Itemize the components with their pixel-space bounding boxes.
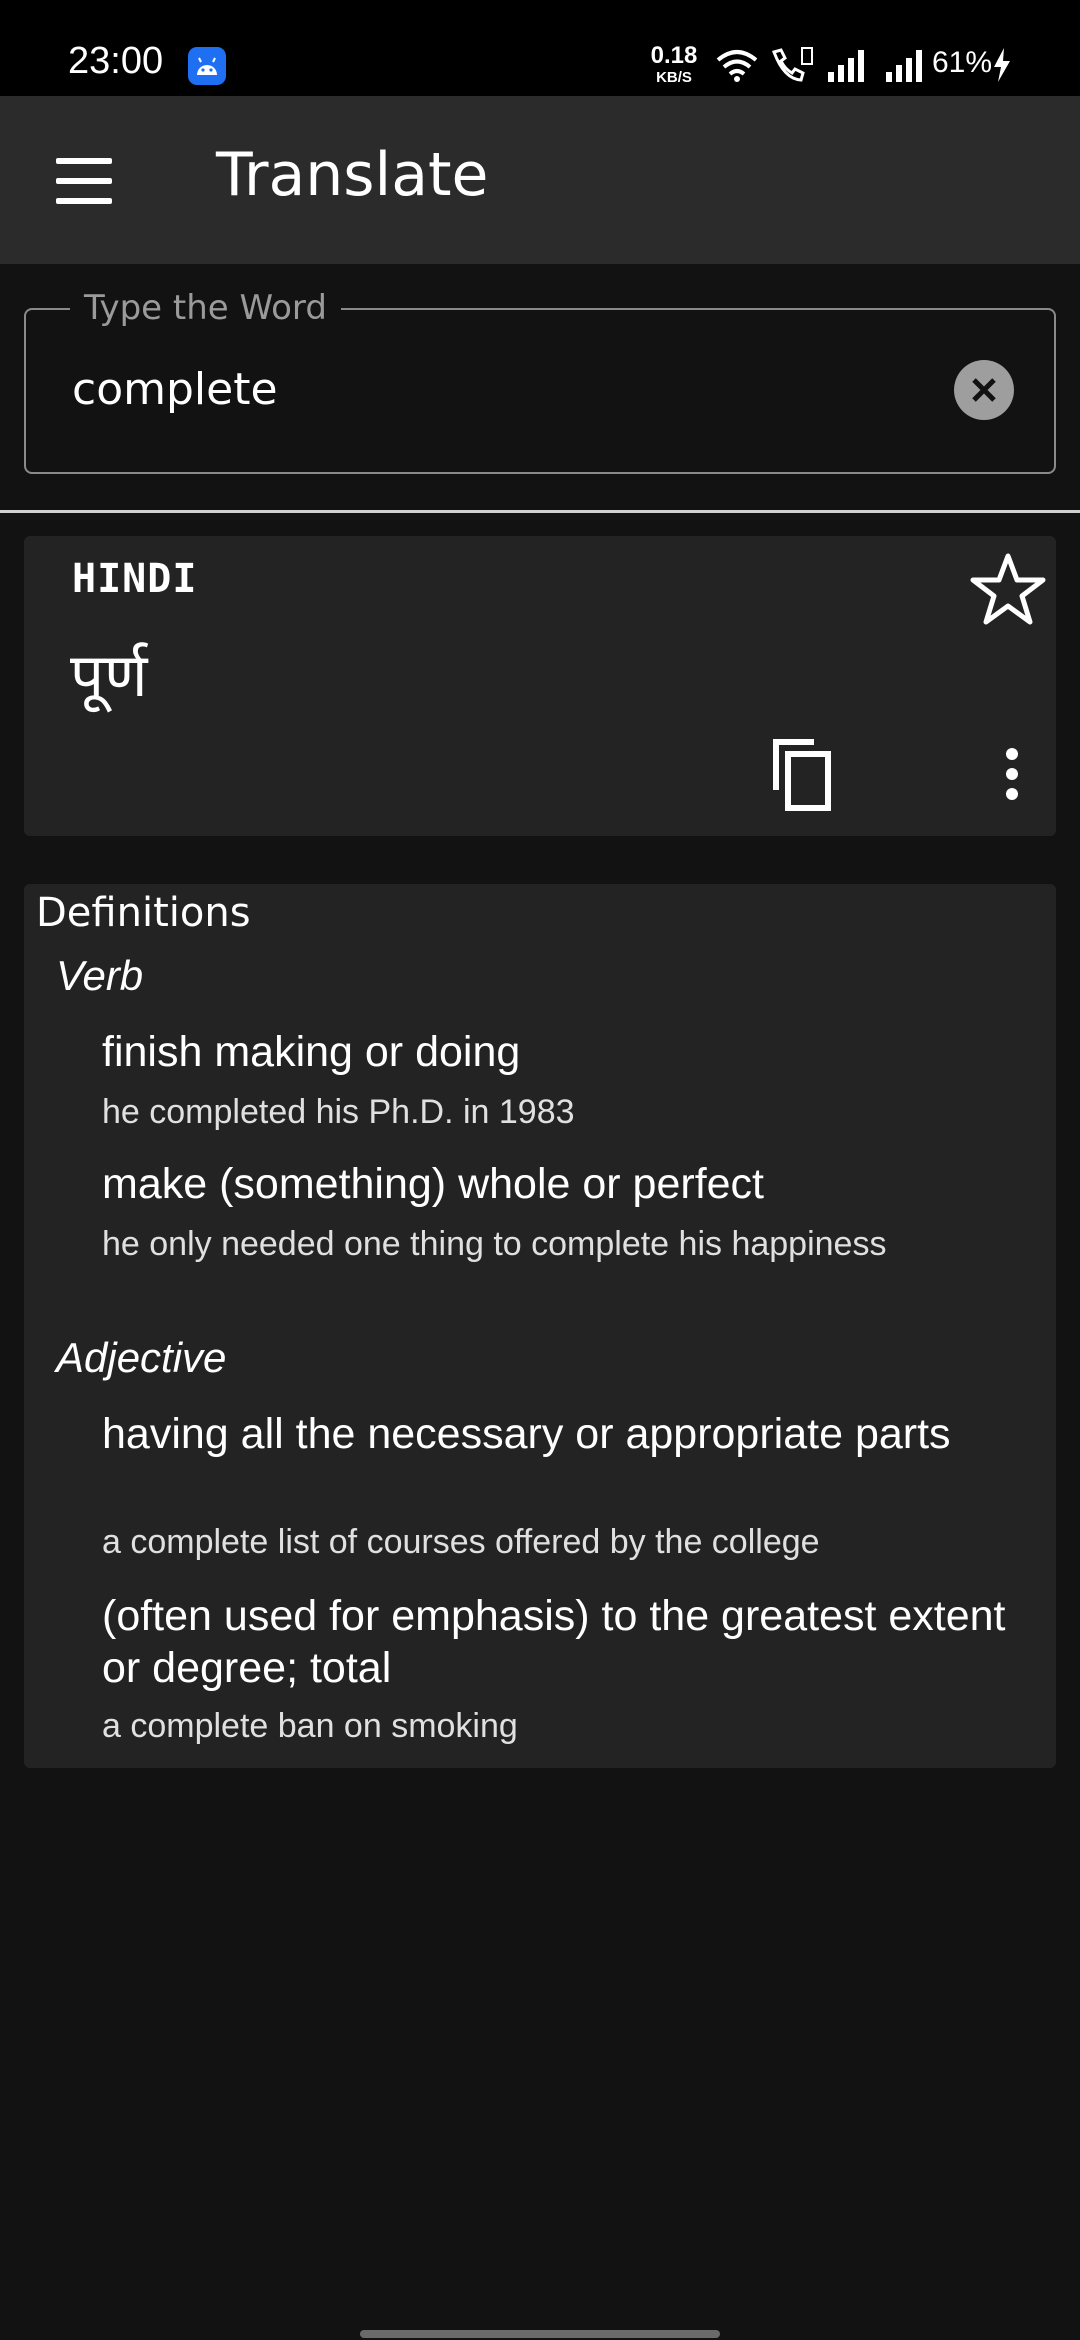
divider — [0, 510, 1080, 513]
word-input-label: Type the Word — [70, 288, 341, 328]
star-icon — [970, 553, 1046, 625]
android-app-icon — [188, 47, 226, 85]
language-label: HINDI — [72, 556, 198, 602]
definition-meaning: having all the necessary or appropriate … — [102, 1410, 951, 1458]
translation-card: HINDI पूर्ण — [24, 536, 1056, 836]
favorite-button[interactable] — [970, 552, 1046, 630]
clear-input-button[interactable] — [954, 360, 1014, 420]
translation-text: पूर्ण — [70, 641, 148, 711]
definitions-card: Definitions Verb finish making or doing … — [24, 884, 1056, 1768]
definition-example: he only needed one thing to complete his… — [102, 1225, 887, 1263]
network-speed: 0.18 KB/S — [646, 42, 702, 86]
definition-example: a complete ban on smoking — [102, 1707, 518, 1745]
call-icon — [768, 46, 814, 86]
definitions-title: Definitions — [36, 890, 251, 936]
status-time: 23:00 — [68, 40, 164, 82]
menu-button[interactable] — [52, 152, 116, 212]
close-icon — [972, 378, 996, 402]
word-input-container: Type the Word — [24, 288, 1056, 474]
signal-icon — [826, 50, 866, 86]
speed-unit: KB/S — [656, 69, 692, 86]
home-indicator[interactable] — [360, 2330, 720, 2338]
page-title: Translate — [216, 140, 489, 210]
definition-example: a complete list of courses offered by th… — [102, 1523, 820, 1561]
speed-value: 0.18 — [650, 42, 698, 69]
part-of-speech: Adjective — [56, 1334, 227, 1381]
more-options-button[interactable] — [1004, 748, 1020, 800]
definition-meaning: make (something) whole or perfect — [102, 1160, 765, 1208]
definition-example: he completed his Ph.D. in 1983 — [102, 1093, 575, 1131]
status-bar: 23:00 0.18 KB/S 61% — [0, 0, 1080, 96]
word-input[interactable] — [72, 364, 932, 415]
battery-charging-icon — [992, 48, 1012, 86]
battery-level: 61% — [932, 46, 993, 79]
copy-button[interactable] — [770, 736, 834, 816]
definition-meaning: finish making or doing — [102, 1028, 521, 1076]
signal-icon — [884, 50, 924, 86]
definition-meaning: (often used for emphasis) to the greates… — [102, 1592, 1006, 1692]
wifi-icon — [716, 48, 758, 86]
copy-icon — [773, 739, 831, 811]
part-of-speech: Verb — [56, 952, 144, 999]
app-bar: Translate — [0, 96, 1080, 264]
